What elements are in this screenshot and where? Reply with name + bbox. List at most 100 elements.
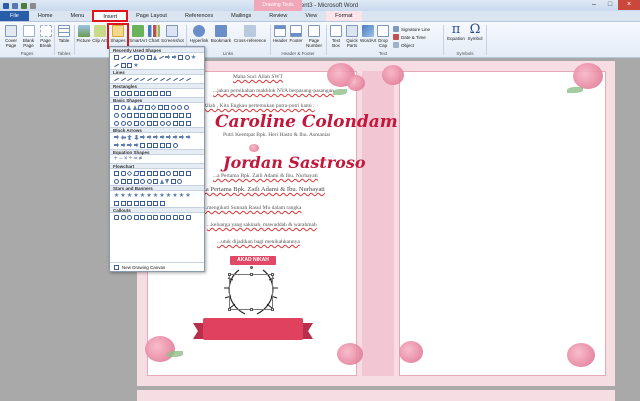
star-shape-icon[interactable] [159, 192, 165, 198]
rectangle-shape-icon[interactable] [114, 90, 119, 96]
cross-shape-icon[interactable] [159, 112, 165, 118]
line-shape-icon[interactable] [140, 77, 145, 81]
pie-shape-icon[interactable] [114, 112, 119, 118]
tab-page-layout[interactable]: Page Layout [127, 11, 176, 21]
callout-arrow-shape-icon[interactable] [166, 142, 171, 148]
rectangle-shape-icon[interactable] [133, 54, 139, 60]
rectangle-shape-icon[interactable] [127, 90, 132, 96]
picture-button[interactable]: Picture [75, 25, 92, 43]
donut-shape-icon[interactable] [114, 120, 119, 126]
resize-handle[interactable] [228, 273, 231, 276]
resize-handle[interactable] [228, 308, 231, 311]
line-shape-icon[interactable] [127, 77, 132, 81]
minus-shape-icon[interactable]: − [119, 156, 123, 162]
page-number-button[interactable]: Page Number [304, 25, 324, 48]
can-shape-icon[interactable] [172, 112, 178, 118]
line-shape-icon[interactable] [158, 55, 164, 59]
flowchart-predefined-icon[interactable] [140, 170, 145, 176]
clip-art-button[interactable]: Clip Art [92, 25, 107, 43]
flowchart-summing-junction-icon[interactable] [140, 178, 145, 184]
line-shape-icon[interactable] [120, 55, 126, 59]
flowchart-collate-icon[interactable] [153, 178, 158, 184]
triangle-shape-icon[interactable] [127, 104, 131, 110]
oval-shape-icon[interactable] [120, 104, 126, 110]
table-button[interactable]: Table [56, 25, 72, 43]
flowchart-preparation-icon[interactable] [172, 170, 178, 176]
brace-shape-icon[interactable] [120, 62, 126, 68]
callout-shape-icon[interactable] [140, 214, 145, 220]
chart-button[interactable]: Chart [147, 25, 161, 43]
flowchart-stored-data-icon[interactable] [170, 178, 176, 184]
header-button[interactable]: Header [272, 25, 288, 43]
object-button[interactable]: Object [393, 42, 414, 48]
circular-arrow-shape-icon[interactable] [172, 142, 178, 148]
banner-shape-icon[interactable] [127, 200, 132, 206]
block-arc-shape-icon[interactable] [127, 120, 132, 126]
redo-icon[interactable] [30, 2, 36, 9]
arrow-shape-icon[interactable] [179, 134, 184, 140]
arrow-shape-icon[interactable] [172, 134, 178, 140]
arrow-shape-icon[interactable] [146, 134, 152, 140]
flowchart-extract-icon[interactable] [159, 178, 164, 184]
minimize-icon[interactable]: – [586, 0, 602, 10]
chord-shape-icon[interactable] [120, 112, 126, 118]
callout-shape-icon[interactable] [153, 214, 158, 220]
rectangle-shape-icon[interactable] [140, 90, 145, 96]
star-shape-icon[interactable] [140, 192, 145, 198]
callout-shape-icon[interactable] [166, 214, 171, 220]
flowchart-punched-tape-icon[interactable] [133, 178, 139, 184]
pentagon-shape-icon[interactable] [157, 104, 163, 110]
bracket-shape-icon[interactable] [185, 120, 191, 126]
equal-shape-icon[interactable]: = [134, 156, 138, 162]
plus-shape-icon[interactable]: + [114, 156, 118, 162]
arrow-shape-icon[interactable] [166, 134, 171, 140]
tab-file[interactable]: File [0, 11, 29, 21]
footer-button[interactable]: Footer [288, 25, 304, 43]
callout-shape-icon[interactable] [159, 214, 165, 220]
star-shape-icon[interactable] [191, 54, 196, 60]
close-icon[interactable]: × [618, 0, 640, 10]
arrow-shape-icon[interactable] [120, 142, 126, 148]
lightning-bolt-shape-icon[interactable] [153, 120, 158, 126]
callout-shape-icon[interactable] [185, 214, 191, 220]
flowchart-decision-icon[interactable] [126, 170, 133, 176]
flowchart-multidocument-icon[interactable] [159, 170, 165, 176]
tab-home[interactable]: Home [29, 11, 62, 21]
down-arrow-shape-icon[interactable] [134, 135, 139, 140]
line-shape-icon[interactable] [159, 77, 165, 81]
explosion-shape-icon[interactable] [120, 192, 126, 198]
arrow-shape-icon[interactable] [114, 142, 119, 148]
cloud-shape-icon[interactable] [172, 120, 178, 126]
resize-handle[interactable] [250, 273, 253, 276]
up-arrow-shape-icon[interactable] [127, 135, 132, 140]
cross-reference-button[interactable]: Cross-reference [232, 25, 268, 43]
scroll-shape-icon[interactable] [140, 200, 145, 206]
callout-arrow-shape-icon[interactable] [153, 142, 158, 148]
cover-page-button[interactable]: Cover Page [2, 25, 20, 48]
no-symbol-shape-icon[interactable] [120, 120, 126, 126]
flowchart-document-icon[interactable] [153, 170, 158, 176]
cloud-callout-shape-icon[interactable] [133, 214, 139, 220]
callout-arrow-shape-icon[interactable] [140, 142, 145, 148]
rectangle-shape-icon[interactable] [133, 90, 139, 96]
tab-view[interactable]: View [296, 11, 326, 21]
l-shape-icon[interactable] [146, 112, 152, 118]
left-arrow-shape-icon[interactable] [121, 135, 126, 140]
smartart-button[interactable]: SmartArt [129, 25, 147, 43]
resize-handle[interactable] [250, 308, 253, 311]
banner-shape-icon[interactable] [114, 200, 119, 206]
tab-review[interactable]: Review [260, 11, 296, 21]
line-shape-icon[interactable] [133, 77, 139, 81]
sun-shape-icon[interactable] [159, 120, 165, 126]
drop-cap-button[interactable]: Drop Cap [376, 25, 390, 48]
flowchart-data-icon[interactable] [132, 170, 140, 176]
frame-shape-icon[interactable] [133, 112, 139, 118]
banner-shape-icon[interactable] [133, 200, 139, 206]
curve-shape-icon[interactable] [114, 63, 119, 67]
tab-mailings[interactable]: Mailings [222, 11, 260, 21]
diamond-shape-icon[interactable] [150, 104, 157, 110]
scroll-shape-icon[interactable] [146, 200, 152, 206]
dodecagon-shape-icon[interactable] [183, 104, 189, 110]
arrow-shape-icon[interactable] [185, 134, 191, 140]
flowchart-delay-icon[interactable] [177, 178, 182, 184]
